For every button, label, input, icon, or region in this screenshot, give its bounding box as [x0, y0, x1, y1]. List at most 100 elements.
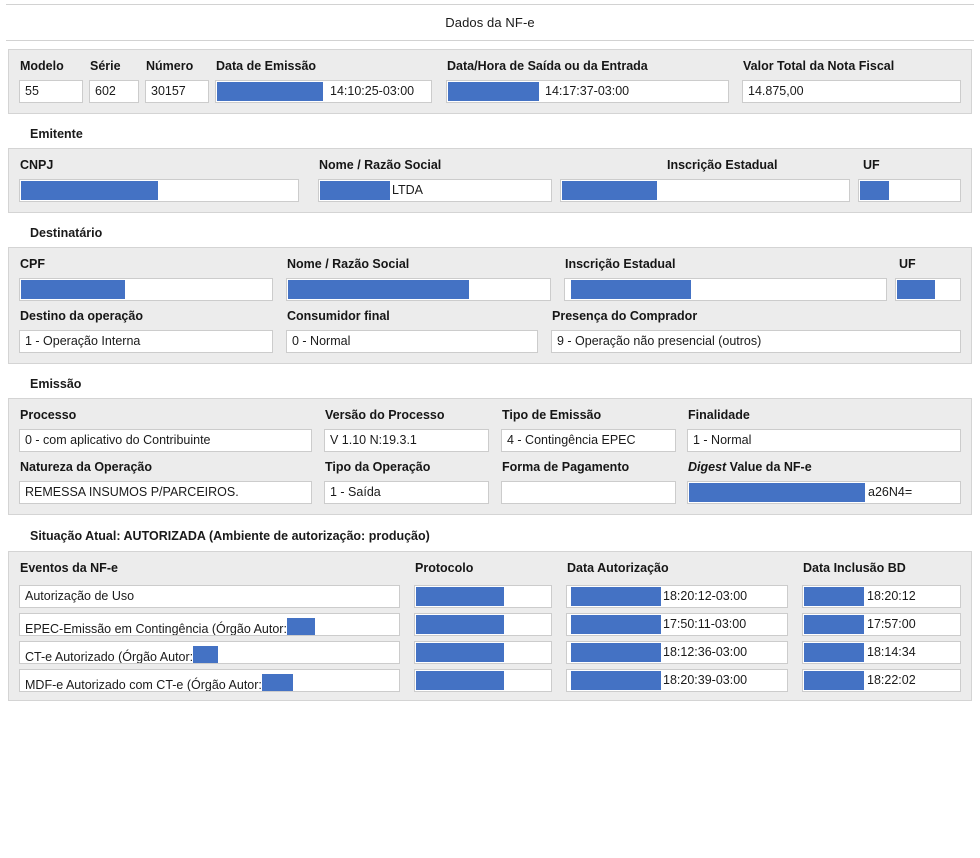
redaction-block-protocolo: [416, 643, 504, 662]
input-emitente-uf[interactable]: [858, 179, 961, 202]
input-valor-total[interactable]: 14.875,00: [742, 80, 961, 103]
input-versao-processo[interactable]: V 1.10 N:19.3.1: [324, 429, 489, 452]
destinatario-row-1: CPF Nome / Razão Social Inscrição Estadu…: [19, 256, 961, 301]
label-valor-total: Valor Total da Nota Fiscal: [743, 59, 895, 73]
field-processo: Processo 0 - com aplicativo do Contribui…: [19, 407, 312, 452]
field-numero: Número 30157: [145, 58, 209, 103]
input-presenca-comprador[interactable]: 9 - Operação não presencial (outros): [551, 330, 961, 353]
field-emitente-uf: UF: [858, 157, 961, 202]
label-destino-operacao: Destino da operação: [20, 309, 143, 323]
destinatario-panel: CPF Nome / Razão Social Inscrição Estadu…: [8, 247, 972, 364]
value-data-inclusao: 17:57:00: [867, 617, 916, 631]
label-emitente-ie: Inscrição Estadual: [667, 158, 778, 172]
input-destinatario-ie[interactable]: [564, 278, 887, 301]
input-serie[interactable]: 602: [89, 80, 139, 103]
redaction-block-data-saida: [448, 82, 539, 101]
value-data-inclusao: 18:20:12: [867, 589, 916, 603]
input-natureza-operacao[interactable]: REMESSA INSUMOS P/PARCEIROS.: [19, 481, 312, 504]
label-presenca-comprador: Presença do Comprador: [552, 309, 698, 323]
value-data-autorizacao: 18:20:12-03:00: [663, 589, 748, 603]
label-data-saida: Data/Hora de Saída ou da Entrada: [447, 59, 648, 73]
value-tipo-emissao: 4 - Contingência EPEC: [507, 433, 636, 447]
label-destinatario-uf: UF: [899, 257, 916, 271]
table-row: EPEC-Emissão em Contingência (Órgão Auto…: [19, 613, 961, 636]
redaction-block-emitente-ie: [562, 181, 657, 200]
section-heading-destinatario: Destinatário: [30, 226, 103, 240]
cell-data-autorizacao[interactable]: 18:20:12-03:00: [566, 585, 788, 608]
emitente-row: CNPJ Nome / Razão Social LTDA Inscrição …: [19, 157, 961, 202]
value-consumidor-final: 0 - Normal: [292, 334, 351, 348]
column-header-eventos: Eventos da NF-e: [20, 561, 118, 575]
cell-data-autorizacao[interactable]: 18:20:39-03:00: [566, 669, 788, 692]
input-destinatario-uf[interactable]: [895, 278, 961, 301]
cell-protocolo[interactable]: [414, 641, 552, 664]
value-serie: 602: [95, 84, 116, 98]
input-destino-operacao[interactable]: 1 - Operação Interna: [19, 330, 273, 353]
field-data-saida: Data/Hora de Saída ou da Entrada 14:17:3…: [446, 58, 729, 103]
field-versao-processo: Versão do Processo V 1.10 N:19.3.1: [324, 407, 489, 452]
input-data-emissao[interactable]: 14:10:25-03:00: [215, 80, 432, 103]
input-processo[interactable]: 0 - com aplicativo do Contribuinte: [19, 429, 312, 452]
redaction-block-digest-value: [689, 483, 865, 502]
label-natureza-operacao: Natureza da Operação: [20, 460, 152, 474]
cell-protocolo[interactable]: [414, 613, 552, 636]
section-heading-emissao: Emissão: [30, 377, 82, 391]
cell-data-inclusao[interactable]: 18:20:12: [802, 585, 961, 608]
label-digest-value: Digest Value da NF-e: [687, 459, 961, 481]
field-destinatario-uf: UF: [895, 256, 961, 301]
redaction-block-destinatario-cpf: [21, 280, 125, 299]
value-versao-processo: V 1.10 N:19.3.1: [330, 433, 417, 447]
value-modelo: 55: [25, 84, 39, 98]
cell-evento[interactable]: EPEC-Emissão em Contingência (Órgão Auto…: [19, 613, 400, 636]
label-emitente-nome: Nome / Razão Social: [319, 158, 442, 172]
redaction-block-data-emissao: [217, 82, 323, 101]
redaction-block-orgao-autor: [193, 646, 219, 663]
table-row: Autorização de Uso 18:20:12-03:00 18:20:12: [19, 585, 961, 608]
cell-data-inclusao[interactable]: 17:57:00: [802, 613, 961, 636]
value-digest-value: a26N4=: [868, 485, 913, 499]
redaction-block-protocolo: [416, 587, 504, 606]
input-data-saida[interactable]: 14:17:37-03:00: [446, 80, 729, 103]
input-numero[interactable]: 30157: [145, 80, 209, 103]
field-destinatario-ie: Inscrição Estadual: [564, 256, 887, 301]
input-forma-pagamento[interactable]: [501, 481, 676, 504]
cell-protocolo[interactable]: [414, 585, 552, 608]
cell-evento[interactable]: CT-e Autorizado (Órgão Autor:: [19, 641, 400, 664]
redaction-block-data-inclusao: [804, 587, 864, 606]
input-destinatario-nome[interactable]: [286, 278, 551, 301]
redaction-block-data-autorizacao: [571, 587, 661, 606]
input-modelo[interactable]: 55: [19, 80, 83, 103]
cell-protocolo[interactable]: [414, 669, 552, 692]
field-consumidor-final: Consumidor final 0 - Normal: [286, 308, 538, 353]
input-digest-value[interactable]: a26N4=: [687, 481, 961, 504]
input-finalidade[interactable]: 1 - Normal: [687, 429, 961, 452]
label-modelo: Modelo: [20, 59, 64, 73]
destinatario-row-2: Destino da operação 1 - Operação Interna…: [19, 308, 961, 353]
cell-data-autorizacao[interactable]: 18:12:36-03:00: [566, 641, 788, 664]
table-row: MDF-e Autorizado com CT-e (Órgão Autor: 1…: [19, 669, 961, 692]
field-finalidade: Finalidade 1 - Normal: [687, 407, 961, 452]
input-emitente-ie[interactable]: [560, 179, 850, 202]
column-header-data-autorizacao: Data Autorização: [567, 561, 669, 575]
value-finalidade: 1 - Normal: [693, 433, 752, 447]
eventos-panel: Eventos da NF-e Protocolo Data Autorizaç…: [8, 551, 972, 701]
cell-data-inclusao[interactable]: 18:22:02: [802, 669, 961, 692]
label-forma-pagamento: Forma de Pagamento: [502, 460, 630, 474]
emissao-row-1: Processo 0 - com aplicativo do Contribui…: [19, 407, 961, 452]
input-tipo-emissao[interactable]: 4 - Contingência EPEC: [501, 429, 676, 452]
redaction-block-destinatario-uf: [897, 280, 935, 299]
label-destinatario-ie: Inscrição Estadual: [565, 257, 676, 271]
cell-evento[interactable]: MDF-e Autorizado com CT-e (Órgão Autor:: [19, 669, 400, 692]
status-situacao-atual: Situação Atual: AUTORIZADA (Ambiente de …: [30, 529, 430, 543]
cell-evento[interactable]: Autorização de Uso: [19, 585, 400, 608]
page-title-zone: Dados da NF-e: [0, 4, 980, 41]
label-versao-processo: Versão do Processo: [325, 408, 445, 422]
cell-data-inclusao[interactable]: 18:14:34: [802, 641, 961, 664]
label-emitente-cnpj: CNPJ: [20, 158, 54, 172]
input-emitente-nome[interactable]: LTDA: [318, 179, 552, 202]
cell-data-autorizacao[interactable]: 17:50:11-03:00: [566, 613, 788, 636]
input-tipo-operacao[interactable]: 1 - Saída: [324, 481, 489, 504]
input-consumidor-final[interactable]: 0 - Normal: [286, 330, 538, 353]
input-emitente-cnpj[interactable]: [19, 179, 299, 202]
input-destinatario-cpf[interactable]: [19, 278, 273, 301]
